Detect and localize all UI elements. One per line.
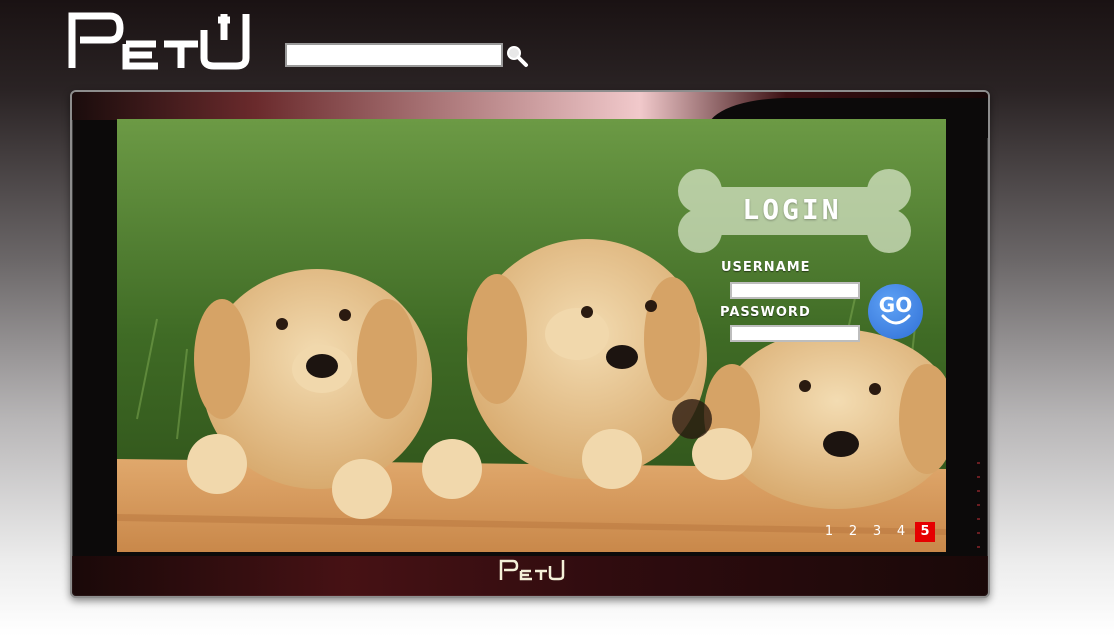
password-field[interactable] bbox=[730, 325, 860, 342]
site-logo[interactable] bbox=[68, 10, 250, 70]
username-field[interactable] bbox=[730, 282, 860, 299]
login-title: LOGIN bbox=[742, 193, 842, 226]
password-label: PASSWORD bbox=[720, 305, 811, 320]
search-input[interactable] bbox=[285, 43, 503, 67]
pager-page-1[interactable]: 1 bbox=[819, 522, 839, 542]
go-button[interactable]: GO bbox=[868, 284, 923, 339]
monitor-frame: LOGIN USERNAME PASSWORD GO 1 2 3 4 5 bbox=[70, 90, 990, 598]
magnifier-icon bbox=[507, 46, 528, 67]
petu-small-logo bbox=[499, 559, 565, 581]
monitor-gloss bbox=[72, 92, 988, 138]
monitor-logo bbox=[499, 558, 565, 582]
petu-logo-graphic bbox=[68, 12, 250, 70]
smile-icon bbox=[881, 314, 911, 325]
pager-page-3[interactable]: 3 bbox=[867, 522, 887, 542]
pager-page-2[interactable]: 2 bbox=[843, 522, 863, 542]
search-button[interactable] bbox=[505, 44, 529, 68]
slideshow-pager: 1 2 3 4 5 bbox=[819, 522, 935, 542]
pager-page-5[interactable]: 5 bbox=[915, 522, 935, 542]
pager-page-4[interactable]: 4 bbox=[891, 522, 911, 542]
username-label: USERNAME bbox=[721, 260, 811, 275]
monitor-side-indicator bbox=[977, 462, 980, 552]
slideshow-screen: LOGIN USERNAME PASSWORD GO 1 2 3 4 5 bbox=[117, 119, 946, 552]
